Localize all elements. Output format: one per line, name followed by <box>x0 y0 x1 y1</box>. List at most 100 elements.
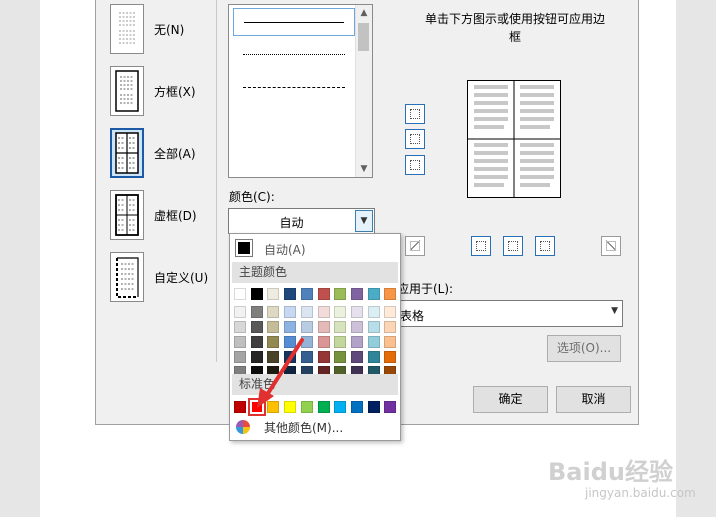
bottom-border-button[interactable] <box>405 155 425 175</box>
theme-color-swatch[interactable] <box>384 306 397 318</box>
setting-none-label: 无(N) <box>154 23 185 37</box>
setting-none-thumb <box>110 4 144 54</box>
theme-color-swatch[interactable] <box>367 351 380 363</box>
settings-divider <box>216 0 217 362</box>
scroll-up-icon[interactable]: ▲ <box>356 5 372 21</box>
theme-color-swatch[interactable] <box>267 288 280 300</box>
theme-color-swatch[interactable] <box>250 288 263 300</box>
theme-color-swatch[interactable] <box>284 288 297 300</box>
theme-color-swatch[interactable] <box>317 336 330 348</box>
theme-color-swatch[interactable] <box>350 321 363 333</box>
diagonal-down-border-button[interactable] <box>601 236 621 256</box>
watermark-logo: Baidu经验 <box>548 458 673 486</box>
setting-grid-thumb <box>110 190 144 240</box>
setting-box[interactable]: 方框(X) <box>110 66 220 118</box>
standard-color-swatch[interactable] <box>317 401 330 413</box>
setting-custom-label: 自定义(U) <box>154 271 209 285</box>
setting-custom[interactable]: 自定义(U) <box>110 252 220 304</box>
inside-vertical-border-button[interactable] <box>503 236 523 256</box>
theme-color-swatch[interactable] <box>384 351 397 363</box>
style-dashed-small[interactable] <box>233 74 355 102</box>
theme-color-swatch[interactable] <box>334 321 347 333</box>
preview-instruction: 单击下方图示或使用按钮可应用边框 <box>425 12 606 44</box>
auto-color-swatch <box>235 239 253 257</box>
diagonal-up-border-button[interactable] <box>405 236 425 256</box>
color-value: 自动 <box>279 216 304 230</box>
setting-grid-label: 虚框(D) <box>154 209 197 223</box>
theme-color-swatch[interactable] <box>234 306 246 318</box>
theme-colors-heading: 主题颜色 <box>232 262 398 283</box>
apply-to-dropdown[interactable]: 表格 ▼ <box>393 300 623 327</box>
theme-color-swatch[interactable] <box>284 306 297 318</box>
border-preview[interactable] <box>467 80 561 198</box>
theme-color-swatch[interactable] <box>300 306 313 318</box>
document-margin-left <box>0 0 40 517</box>
theme-color-swatch[interactable] <box>367 336 380 348</box>
standard-color-swatch[interactable] <box>367 401 380 413</box>
standard-color-swatch[interactable] <box>384 401 397 413</box>
setting-none[interactable]: 无(N) <box>110 4 220 56</box>
scroll-down-icon[interactable]: ▼ <box>356 161 372 177</box>
style-dashed[interactable] <box>233 107 355 135</box>
theme-color-swatch[interactable] <box>350 288 363 300</box>
scroll-thumb[interactable] <box>358 23 369 51</box>
style-dash-dot[interactable] <box>233 141 355 169</box>
document-margin-right <box>676 0 716 517</box>
ok-button[interactable]: 确定 <box>473 386 548 413</box>
theme-color-swatch[interactable] <box>317 306 330 318</box>
setting-grid[interactable]: 虚框(D) <box>110 190 220 242</box>
apply-to-label: 应用于(L): <box>397 282 454 296</box>
style-solid[interactable] <box>233 8 355 36</box>
theme-color-swatch[interactable] <box>350 306 363 318</box>
more-colors-label: 其他颜色(M)... <box>264 421 344 435</box>
theme-color-swatch[interactable] <box>384 288 397 300</box>
theme-color-swatch[interactable] <box>334 351 347 363</box>
theme-color-swatch[interactable] <box>267 306 280 318</box>
theme-color-swatch[interactable] <box>384 321 397 333</box>
annotation-arrow-icon <box>257 338 304 408</box>
left-border-button[interactable] <box>471 236 491 256</box>
top-border-button[interactable] <box>405 104 425 124</box>
theme-color-swatch[interactable] <box>334 306 347 318</box>
theme-color-swatch[interactable] <box>250 306 263 318</box>
more-colors-option[interactable]: 其他颜色(M)... <box>232 416 398 438</box>
setting-all-label: 全部(A) <box>154 147 196 161</box>
setting-custom-thumb <box>110 252 144 302</box>
auto-color-option[interactable]: 自动(A) <box>232 236 398 260</box>
theme-color-swatch[interactable] <box>334 288 347 300</box>
setting-box-thumb <box>110 66 144 116</box>
style-dashed-small-line <box>243 87 345 88</box>
theme-color-swatch[interactable] <box>384 336 397 348</box>
color-wheel-icon <box>236 420 250 434</box>
theme-color-swatch[interactable] <box>234 288 246 300</box>
theme-color-swatch[interactable] <box>350 336 363 348</box>
cancel-button[interactable]: 取消 <box>556 386 631 413</box>
style-list-scrollbar[interactable]: ▲ ▼ <box>355 5 372 177</box>
standard-color-swatch[interactable] <box>350 401 363 413</box>
style-dotted[interactable] <box>233 41 355 69</box>
options-button[interactable]: 选项(O)... <box>547 335 621 362</box>
theme-color-swatch[interactable] <box>367 321 380 333</box>
theme-color-swatch[interactable] <box>367 306 380 318</box>
theme-color-swatch[interactable] <box>317 321 330 333</box>
watermark-url: jingyan.baidu.com <box>585 486 696 500</box>
color-dropdown[interactable]: 自动 ▼ <box>228 208 375 234</box>
style-dotted-line <box>243 54 345 55</box>
chevron-down-icon[interactable]: ▼ <box>611 306 618 316</box>
setting-box-label: 方框(X) <box>154 85 196 99</box>
color-label: 颜色(C): <box>229 190 275 204</box>
theme-color-swatch[interactable] <box>317 288 330 300</box>
theme-color-swatch[interactable] <box>367 288 380 300</box>
border-style-list[interactable]: ▲ ▼ <box>228 4 373 178</box>
chevron-down-icon[interactable]: ▼ <box>355 210 373 232</box>
standard-color-swatch[interactable] <box>334 401 347 413</box>
theme-color-swatch[interactable] <box>350 351 363 363</box>
style-solid-line <box>244 22 344 23</box>
apply-to-value: 表格 <box>400 309 425 323</box>
theme-color-swatch[interactable] <box>317 351 330 363</box>
theme-color-swatch[interactable] <box>334 336 347 348</box>
inside-horizontal-border-button[interactable] <box>405 129 425 149</box>
theme-color-swatch[interactable] <box>300 288 313 300</box>
setting-all[interactable]: 全部(A) <box>110 128 220 180</box>
right-border-button[interactable] <box>535 236 555 256</box>
